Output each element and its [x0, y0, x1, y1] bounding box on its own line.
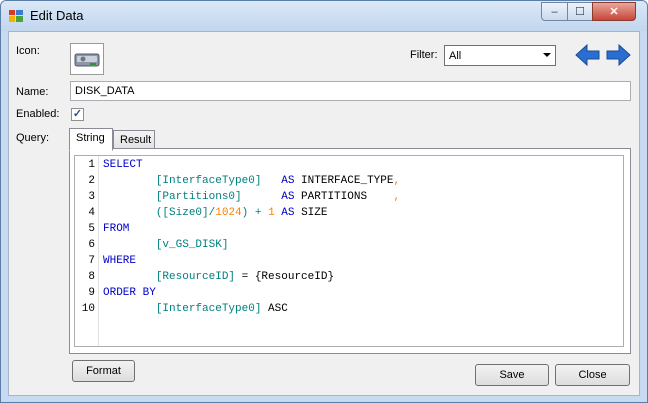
code-line: 5 FROM	[75, 221, 623, 237]
code-text: FROM	[103, 221, 129, 237]
code-text: ([Size0]/1024) + 1 AS SIZE	[103, 205, 328, 221]
query-label: Query:	[16, 132, 50, 144]
tab-string[interactable]: String	[69, 128, 113, 151]
code-token: FROM	[103, 223, 130, 235]
code-token: ASC	[261, 303, 288, 315]
code-line: 6 [v_GS_DISK]	[75, 237, 623, 253]
maximize-icon: ☐	[575, 6, 585, 18]
name-label: Name:	[16, 86, 49, 98]
code-token: AS	[281, 207, 295, 219]
close-icon: ✕	[609, 6, 619, 18]
code-text: [ResourceID] = {ResourceID}	[103, 269, 334, 285]
code-token: [InterfaceType0]	[155, 303, 262, 315]
chevron-down-icon	[543, 53, 551, 57]
filter-selected-value: All	[449, 50, 462, 62]
line-number: 1	[88, 159, 95, 171]
code-token: SIZE	[294, 207, 328, 219]
code-line: 8 [ResourceID] = {ResourceID}	[75, 269, 623, 285]
title-bar[interactable]: Edit Data ‒ ☐ ✕	[1, 1, 647, 31]
format-button[interactable]: Format	[72, 360, 135, 382]
code-text: [InterfaceType0] ASC	[103, 301, 288, 317]
code-text: WHERE	[103, 253, 136, 269]
hard-disk-icon	[74, 53, 100, 67]
code-token: [Size0]	[162, 207, 209, 219]
enabled-label: Enabled:	[16, 108, 60, 120]
arrow-left-icon[interactable]	[575, 43, 601, 67]
code-line: 10 [InterfaceType0] ASC	[75, 301, 623, 317]
dialog-body: Icon: Filter: All Name: DISK_DATA Enable…	[8, 31, 640, 396]
line-number: 9	[88, 287, 95, 299]
query-editor[interactable]: 1 SELECT 2 [InterfaceType0] AS INTERFACE_T…	[74, 155, 624, 347]
code-token: ) +	[241, 207, 269, 219]
code-token: [v_GS_DISK]	[155, 239, 229, 251]
query-tab-panel: 1 SELECT 2 [InterfaceType0] AS INTERFACE_T…	[69, 148, 631, 354]
save-button[interactable]: Save	[475, 364, 549, 386]
code-text: [v_GS_DISK]	[103, 237, 229, 253]
code-text: ORDER BY	[103, 285, 156, 301]
code-line: 2 [InterfaceType0] AS INTERFACE_TYPE,	[75, 173, 623, 189]
line-number: 2	[88, 175, 95, 187]
maximize-button[interactable]: ☐	[567, 2, 593, 21]
code-line: 3 [Partitions0] AS PARTITIONS ,	[75, 189, 623, 205]
line-number: 3	[88, 191, 95, 203]
code-token: AS	[281, 175, 295, 187]
close-button[interactable]: Close	[555, 364, 630, 386]
enabled-checkbox[interactable]: ✓	[71, 108, 84, 121]
checkmark-icon: ✓	[72, 108, 83, 120]
line-number: 6	[88, 239, 95, 251]
minimize-icon: ‒	[551, 5, 558, 18]
line-number: 10	[81, 303, 95, 315]
icon-label: Icon:	[16, 45, 40, 57]
code-token: 1	[268, 207, 275, 219]
edit-data-window: Edit Data ‒ ☐ ✕ Icon: Filter: All Name: …	[0, 0, 648, 403]
code-token: WHERE	[103, 255, 137, 267]
code-text: [Partitions0] AS PARTITIONS ,	[103, 189, 400, 205]
code-token: ORDER BY	[103, 287, 156, 299]
line-number: 4	[88, 207, 95, 219]
code-line: 9 ORDER BY	[75, 285, 623, 301]
edit-data-app-icon	[9, 10, 23, 22]
code-text: SELECT	[103, 157, 143, 173]
code-token: [InterfaceType0]	[155, 175, 262, 187]
minimize-button[interactable]: ‒	[541, 2, 568, 21]
code-line: 4 ([Size0]/1024) + 1 AS SIZE	[75, 205, 623, 221]
line-number: 5	[88, 223, 95, 235]
code-line: 7 WHERE	[75, 253, 623, 269]
filter-select[interactable]: All	[444, 45, 556, 66]
window-close-button[interactable]: ✕	[592, 2, 636, 21]
code-token: ,	[393, 175, 401, 187]
code-text: [InterfaceType0] AS INTERFACE_TYPE,	[103, 173, 400, 189]
name-input[interactable]: DISK_DATA	[70, 81, 631, 101]
window-title: Edit Data	[30, 8, 84, 23]
code-token: SELECT	[103, 159, 143, 171]
code-token: = {ResourceID}	[235, 271, 335, 283]
arrow-right-icon[interactable]	[605, 43, 631, 67]
filter-label: Filter:	[410, 49, 438, 61]
code-token: AS	[281, 191, 295, 203]
code-token: [Partitions0]	[155, 191, 242, 203]
code-token: PARTITIONS	[294, 191, 394, 203]
code-token: [ResourceID]	[155, 271, 236, 283]
line-number: 8	[88, 271, 95, 283]
code-token: INTERFACE_TYPE	[294, 175, 394, 187]
line-number: 7	[88, 255, 95, 267]
icon-picker[interactable]	[70, 43, 104, 75]
code-token: 1024	[215, 207, 242, 219]
code-line: 1 SELECT	[75, 157, 623, 173]
code-token: ,	[393, 191, 401, 203]
